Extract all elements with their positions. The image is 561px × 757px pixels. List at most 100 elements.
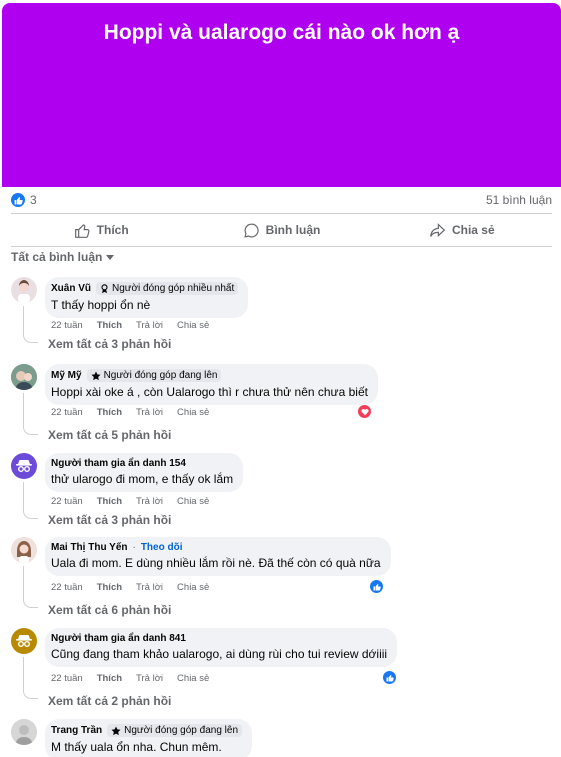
- view-replies-link[interactable]: Xem tất cả 6 phản hồi: [48, 603, 171, 617]
- comment-reply-button[interactable]: Trả lời: [136, 673, 163, 684]
- comment-item: Người tham gia ẩn danh 154 thử ularogo đ…: [11, 453, 552, 529]
- badge-label: Người đóng góp đang lên: [103, 370, 218, 381]
- separator-dot: ·: [132, 542, 136, 553]
- comment-like-button[interactable]: Thích: [97, 582, 122, 593]
- comment-like-button[interactable]: Thích: [97, 496, 122, 507]
- comment-bubble: Người tham gia ẩn danh 841 Cũng đang tha…: [45, 628, 398, 667]
- incognito-icon: [16, 460, 32, 472]
- view-replies-link[interactable]: Xem tất cả 3 phản hồi: [48, 513, 171, 527]
- comment-text: Uala đi mom. E dùng nhiều lắm rồi nè. Đã…: [51, 556, 381, 570]
- filter-label: Tất cả bình luận: [11, 250, 103, 264]
- comment-time[interactable]: 22 tuần: [51, 320, 83, 331]
- like-button[interactable]: Thích: [11, 214, 191, 246]
- commenter-name[interactable]: Xuân Vũ: [51, 283, 91, 294]
- comment-item: Người tham gia ẩn danh 841 Cũng đang tha…: [11, 628, 552, 710]
- comment-meta: 22 tuần Thích Trả lời Chia sẻ: [51, 496, 209, 507]
- comment-button[interactable]: Bình luận: [191, 214, 371, 246]
- comment-meta: 22 tuần Thích Trả lời Chia sẻ: [51, 582, 209, 593]
- comment-share-button[interactable]: Chia sẻ: [177, 582, 209, 593]
- comment-text: thử ularogo đi mom, e thấy ok lắm: [51, 472, 234, 486]
- commenter-name[interactable]: Mỹ Mỹ: [51, 370, 82, 381]
- comment-bubble: Xuân Vũ Người đóng góp nhiều nhất T thấy…: [45, 277, 249, 318]
- comment-like-button[interactable]: Thích: [97, 407, 122, 418]
- comment-meta: 22 tuần Thích Trả lời Chia sẻ: [51, 407, 209, 418]
- comment-item: Mỹ Mỹ Người đóng góp đang lên Hoppi xài …: [11, 364, 552, 446]
- comment-meta: 22 tuần Thích Trả lời Chia sẻ: [51, 320, 209, 331]
- view-replies-link[interactable]: Xem tất cả 3 phản hồi: [48, 337, 171, 351]
- like-reaction-icon[interactable]: [369, 579, 384, 594]
- incognito-icon: [16, 635, 32, 647]
- like-label: Thích: [96, 223, 129, 237]
- share-label: Chia sẻ: [451, 223, 495, 237]
- thread-line: [23, 566, 38, 608]
- reaction-summary[interactable]: 3: [11, 193, 37, 207]
- post-title: Hoppi và ualarogo cái nào ok hơn ạ: [103, 21, 460, 44]
- badge-label: Người đóng góp nhiều nhất: [112, 283, 235, 294]
- contributor-badge: Người đóng góp đang lên: [86, 369, 222, 382]
- contributor-badge: Người đóng góp nhiều nhất: [96, 282, 239, 295]
- comment-time[interactable]: 22 tuần: [51, 407, 83, 418]
- like-reaction-icon: [11, 193, 25, 207]
- view-replies-link[interactable]: Xem tất cả 5 phản hồi: [48, 428, 171, 442]
- speech-bubble-icon: [243, 223, 259, 238]
- comment-count[interactable]: 51 bình luận: [486, 193, 552, 207]
- comment-text: Cũng đang tham khảo ualarogo, ai dùng rù…: [51, 647, 388, 661]
- love-reaction-icon[interactable]: [357, 404, 372, 419]
- thread-line: [23, 482, 38, 519]
- caret-down-icon: [106, 254, 115, 260]
- comment-like-button[interactable]: Thích: [97, 320, 122, 331]
- avatar[interactable]: [11, 364, 37, 390]
- comment-bubble: Trang Trần Người đóng góp đang lên M thấ…: [45, 719, 253, 757]
- comment-reply-button[interactable]: Trả lời: [136, 582, 163, 593]
- comment-reply-button[interactable]: Trả lời: [136, 320, 163, 331]
- comment-share-button[interactable]: Chia sẻ: [177, 496, 209, 507]
- thumbs-up-icon: [74, 223, 90, 238]
- commenter-name[interactable]: Trang Trần: [51, 725, 102, 736]
- comment-time[interactable]: 22 tuần: [51, 582, 83, 593]
- comment-item: Trang Trần Người đóng góp đang lên M thấ…: [11, 719, 552, 757]
- view-replies-link[interactable]: Xem tất cả 2 phản hồi: [48, 694, 171, 708]
- comment-time[interactable]: 22 tuần: [51, 496, 83, 507]
- comment-text: T thấy hoppi ổn nè: [51, 298, 151, 312]
- comment-bubble: Người tham gia ẩn danh 154 thử ularogo đ…: [45, 453, 244, 492]
- avatar[interactable]: [11, 537, 37, 563]
- comment-share-button[interactable]: Chia sẻ: [177, 407, 209, 418]
- like-reaction-icon[interactable]: [382, 670, 397, 685]
- comment-like-button[interactable]: Thích: [97, 673, 122, 684]
- divider: [11, 246, 552, 247]
- comment-item: Xuân Vũ Người đóng góp nhiều nhất T thấy…: [11, 277, 552, 357]
- comment-text: M thấy uala ổn nha. Chun mêm.: [51, 740, 222, 754]
- comment-share-button[interactable]: Chia sẻ: [177, 673, 209, 684]
- thread-line: [23, 306, 38, 343]
- commenter-name[interactable]: Người tham gia ẩn danh 841: [51, 633, 186, 644]
- anonymous-avatar[interactable]: [11, 628, 37, 654]
- comment-bubble: Mai Thị Thu Yến · Theo dõi Uala đi mom. …: [45, 537, 391, 576]
- thread-line: [23, 657, 38, 699]
- medal-icon: [101, 283, 108, 293]
- comment-text: Hoppi xài oke á , còn Ualarogo thì r chư…: [51, 385, 368, 399]
- comment-reply-button[interactable]: Trả lời: [136, 496, 163, 507]
- comment-meta: 22 tuần Thích Trả lời Chia sẻ: [51, 673, 209, 684]
- thread-line: [23, 393, 38, 435]
- share-arrow-icon: [430, 222, 446, 237]
- comment-time[interactable]: 22 tuần: [51, 673, 83, 684]
- contributor-badge: Người đóng góp đang lên: [107, 724, 243, 737]
- star-icon: [91, 371, 101, 380]
- comment-bubble: Mỹ Mỹ Người đóng góp đang lên Hoppi xài …: [45, 364, 378, 405]
- comment-filter-dropdown[interactable]: Tất cả bình luận: [11, 250, 115, 264]
- commenter-name[interactable]: Mai Thị Thu Yến: [51, 542, 127, 553]
- comment-share-button[interactable]: Chia sẻ: [177, 320, 209, 331]
- reaction-count: 3: [30, 193, 37, 207]
- post-actions: Thích Bình luận Chia sẻ: [11, 214, 552, 246]
- avatar[interactable]: [11, 277, 37, 303]
- comment-item: Mai Thị Thu Yến · Theo dõi Uala đi mom. …: [11, 537, 552, 619]
- badge-label: Người đóng góp đang lên: [124, 725, 239, 736]
- star-icon: [111, 726, 121, 735]
- share-button[interactable]: Chia sẻ: [372, 214, 552, 246]
- follow-button[interactable]: Theo dõi: [141, 542, 183, 553]
- post-banner[interactable]: Hoppi và ualarogo cái nào ok hơn ạ: [2, 3, 561, 187]
- anonymous-avatar[interactable]: [11, 453, 37, 479]
- avatar[interactable]: [11, 719, 37, 745]
- comment-reply-button[interactable]: Trả lời: [136, 407, 163, 418]
- commenter-name[interactable]: Người tham gia ẩn danh 154: [51, 458, 186, 469]
